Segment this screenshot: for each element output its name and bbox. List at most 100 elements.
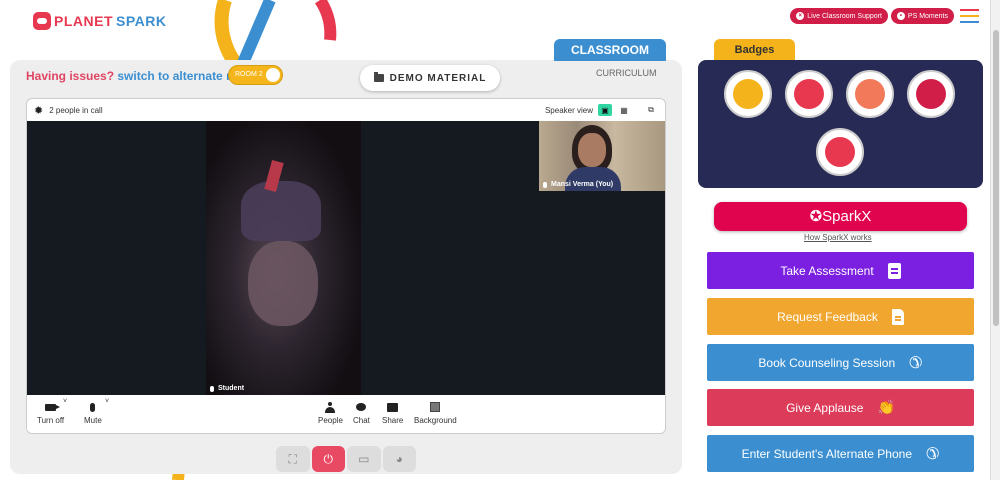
camera-icon	[45, 403, 61, 411]
folder-icon	[373, 72, 384, 82]
chat-button[interactable]: Chat	[353, 401, 370, 425]
chat-icon	[356, 403, 367, 411]
book-counseling-label: Book Counseling Session	[758, 355, 896, 370]
planetspark-logo[interactable]: PLANET SPARK	[33, 12, 166, 30]
chevron-down-icon[interactable]: ˅	[105, 398, 109, 405]
people-label: People	[318, 416, 343, 425]
request-feedback-button[interactable]: Request Feedback	[707, 298, 974, 335]
grid-view-icon[interactable]: ▦	[617, 104, 631, 116]
give-applause-label: Give Applause	[786, 400, 864, 415]
screen-icon: ▭	[358, 452, 370, 466]
ps-moments-label: PS Moments	[907, 12, 948, 20]
call-header: ✹ 2 people in call Speaker view ▣ ▦ ⧉	[27, 99, 665, 121]
chevron-down-icon[interactable]: ˅	[63, 398, 67, 405]
power-icon: ⏻	[323, 451, 334, 466]
trophy-badge-icon[interactable]	[724, 70, 772, 118]
bulb-chat-badge-icon[interactable]	[907, 70, 955, 118]
request-feedback-label: Request Feedback	[777, 309, 878, 324]
issues-label: Having issues?	[26, 69, 115, 83]
self-video-tile[interactable]: Mansi Verma (You)	[539, 121, 665, 191]
call-controls: Turn off ˅ Mute ˅ People Chat Share Back…	[27, 395, 665, 433]
badges-panel	[698, 60, 983, 188]
mute-label: Mute	[84, 416, 102, 425]
video-frame-detail	[578, 133, 606, 167]
main-participant-name: Student	[218, 385, 245, 392]
end-class-button[interactable]: ⏻	[311, 446, 345, 472]
header-actions: × Live Classroom Support • PS Moments	[790, 8, 954, 24]
phone-icon: ✆	[926, 445, 940, 463]
background-label: Background	[414, 416, 457, 425]
video-call-window: ✹ 2 people in call Speaker view ▣ ▦ ⧉ St…	[26, 98, 666, 434]
sparkx-button[interactable]: ✪SparkX	[714, 202, 967, 231]
robot-logo-icon	[33, 12, 51, 30]
room-issues-text: Having issues? switch to alternate room	[26, 69, 256, 83]
tab-curriculum[interactable]: CURRICULUM	[596, 68, 657, 78]
mic-icon	[210, 385, 214, 392]
book-counseling-button[interactable]: Book Counseling Session ✆	[707, 344, 974, 381]
main-video-tile[interactable]: Student	[206, 121, 361, 395]
scrollbar-thumb[interactable]	[993, 30, 999, 326]
camera-button[interactable]: Turn off	[37, 401, 64, 425]
brain-badge-icon[interactable]	[816, 128, 864, 176]
demo-material-button[interactable]: DEMO MATERIAL	[360, 65, 500, 91]
alternate-phone-label: Enter Student's Alternate Phone	[741, 446, 912, 461]
background-button[interactable]: Background	[414, 401, 457, 425]
raised-hands-badge-icon[interactable]	[785, 70, 833, 118]
brand-name-part2: SPARK	[116, 13, 167, 29]
phone-icon: ✆	[909, 354, 923, 372]
live-support-label: Live Classroom Support	[807, 12, 882, 20]
video-frame-detail	[241, 181, 321, 241]
palette-icon: ◕	[395, 452, 403, 466]
document-icon	[891, 308, 904, 325]
room-toggle-label: ROOM 2	[235, 71, 263, 78]
people-icon	[325, 401, 336, 413]
mute-button[interactable]: Mute	[84, 401, 102, 425]
microphone-icon	[90, 402, 96, 412]
palette-button[interactable]: ◕	[382, 446, 416, 472]
ps-moments-button[interactable]: • PS Moments	[890, 8, 954, 24]
star-badge-icon[interactable]	[846, 70, 894, 118]
tab-classroom[interactable]: CLASSROOM	[554, 39, 666, 61]
room-toggle[interactable]: ROOM 2	[228, 65, 283, 85]
menu-line	[960, 21, 979, 23]
people-button[interactable]: People	[318, 401, 343, 425]
view-mode-label: Speaker view	[544, 105, 593, 115]
give-applause-button[interactable]: Give Applause 👏	[707, 389, 974, 426]
page-scrollbar[interactable]	[990, 0, 1000, 480]
video-stage: Student Mansi Verma (You)	[27, 121, 665, 395]
badges-tab[interactable]: Badges	[714, 39, 795, 67]
share-label: Share	[382, 416, 404, 425]
menu-line	[960, 9, 979, 11]
settings-gear-icon[interactable]: ✹	[34, 104, 43, 117]
people-count: 2 people in call	[49, 105, 103, 115]
chat-label: Chat	[353, 416, 370, 425]
screen-button[interactable]: ▭	[347, 446, 381, 472]
fullscreen-button[interactable]: ⛶	[276, 446, 310, 472]
demo-material-label: DEMO MATERIAL	[389, 72, 487, 84]
take-assessment-button[interactable]: Take Assessment	[707, 252, 974, 289]
toggle-knob	[266, 68, 280, 82]
share-screen-icon	[387, 402, 399, 412]
close-circle-icon: ×	[796, 12, 805, 20]
brand-name-part1: PLANET	[54, 13, 113, 29]
clipboard-icon	[887, 262, 901, 279]
live-support-button[interactable]: × Live Classroom Support	[790, 8, 888, 24]
share-button[interactable]: Share	[382, 401, 403, 425]
camera-label: Turn off	[37, 416, 65, 425]
hamburger-menu-icon[interactable]	[960, 9, 979, 23]
take-assessment-label: Take Assessment	[780, 263, 874, 278]
bottom-toolbar: ⛶ ⏻ ▭ ◕	[276, 446, 416, 472]
pip-icon[interactable]: ⧉	[644, 104, 658, 116]
speaker-view-icon[interactable]: ▣	[598, 104, 612, 116]
clap-icon: 👏	[877, 399, 895, 415]
moments-icon: •	[896, 12, 905, 20]
video-frame-detail	[248, 241, 318, 326]
background-icon	[430, 402, 441, 412]
main-video-label: Student	[210, 385, 244, 392]
how-sparkx-works-link[interactable]: How SparkX works	[804, 233, 872, 242]
alternate-phone-button[interactable]: Enter Student's Alternate Phone ✆	[707, 435, 974, 472]
fullscreen-icon: ⛶	[288, 451, 297, 466]
menu-line	[960, 15, 979, 17]
self-participant-name: Mansi Verma (You)	[551, 181, 614, 188]
self-video-label: Mansi Verma (You)	[543, 181, 613, 188]
